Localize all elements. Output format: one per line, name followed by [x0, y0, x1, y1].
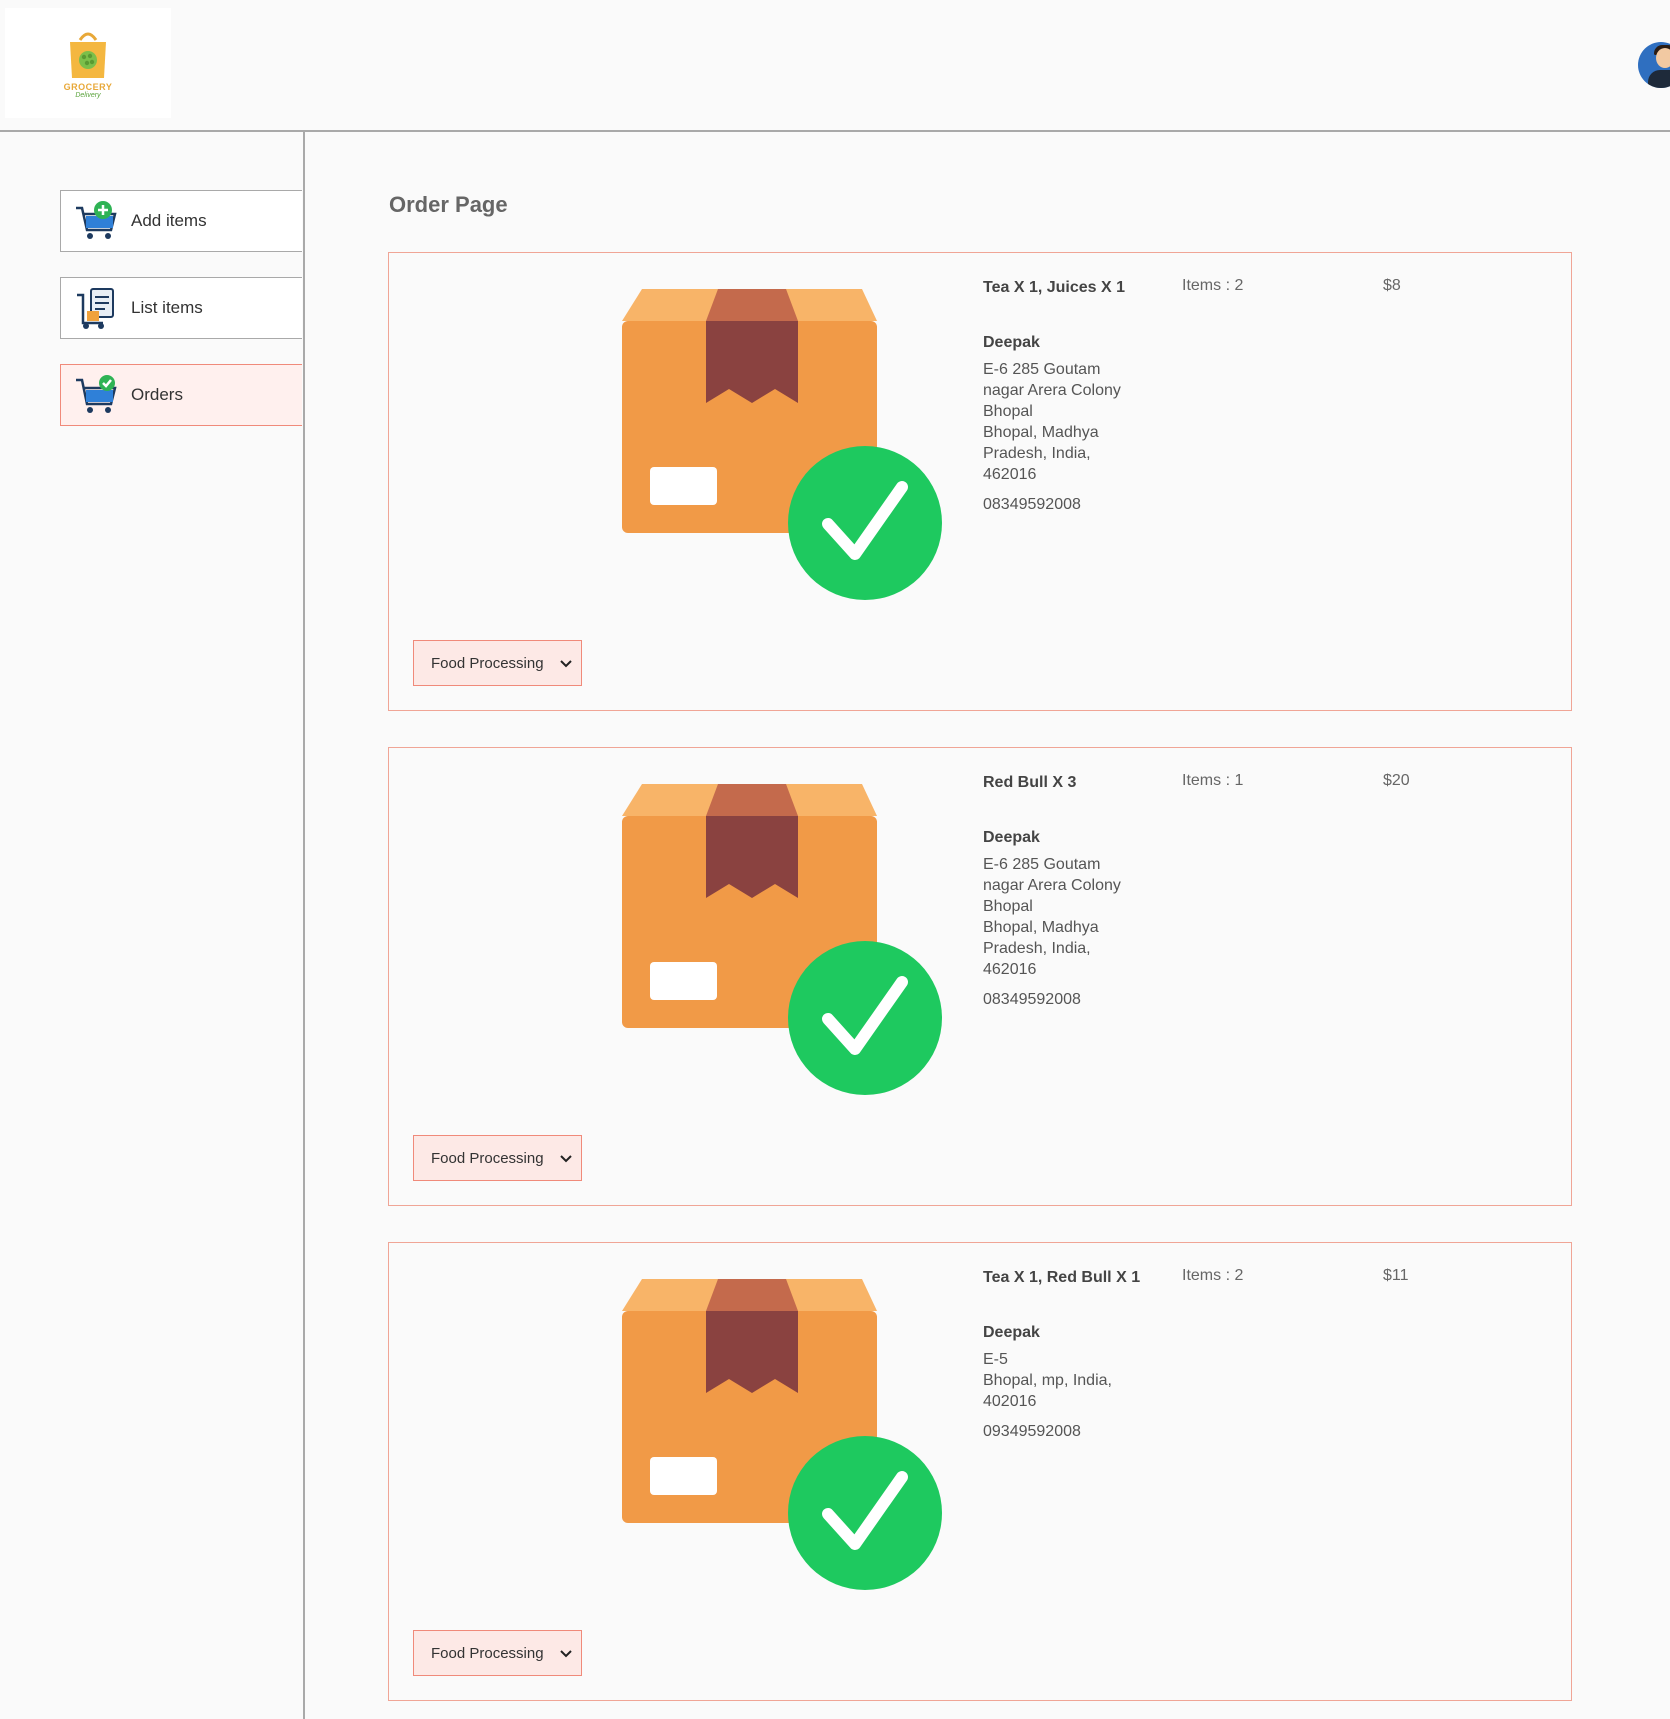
order-status-select[interactable]: Food Processing	[413, 1630, 582, 1676]
address-line: Pradesh, India,	[983, 445, 1091, 462]
order-details: Tea X 1, Juices X 1 Deepak E-6 285 Gouta…	[983, 277, 1173, 515]
address-line: nagar Arera Colony	[983, 382, 1121, 399]
grocery-logo[interactable]: GROCERY Delivery	[5, 8, 171, 118]
order-amount: $20	[1383, 772, 1410, 789]
order-amount: $8	[1383, 277, 1401, 294]
address-line: 402016	[983, 1393, 1037, 1410]
parcel-delivered-icon	[622, 289, 942, 600]
order-items: Tea X 1, Juices X 1	[983, 279, 1126, 296]
parcel-delivered-icon	[622, 784, 942, 1095]
items-count: Items : 2	[1182, 1267, 1244, 1284]
page-title: Order Page	[389, 192, 508, 217]
chevron-down-icon	[560, 1650, 572, 1658]
address-line: E-6 285 Goutam	[983, 361, 1101, 378]
address-line: Bhopal, mp, India,	[983, 1372, 1112, 1389]
parcel-delivered-icon	[622, 1279, 942, 1590]
order-details: Red Bull X 3 Deepak E-6 285 Goutam nagar…	[983, 772, 1173, 1010]
address-line: Bhopal	[983, 403, 1033, 420]
sidebar-item-label: Add items	[131, 211, 207, 230]
address-line: E-6 285 Goutam	[983, 856, 1101, 873]
chevron-down-icon	[560, 1155, 572, 1163]
items-count: Items : 1	[1182, 772, 1244, 789]
order-amount: $11	[1383, 1267, 1409, 1284]
address-line: Bhopal, Madhya	[983, 424, 1099, 441]
sidebar-item-label: List items	[131, 298, 203, 317]
top-navbar: GROCERY Delivery	[0, 0, 1670, 132]
status-value: Food Processing	[431, 654, 544, 672]
order-items: Red Bull X 3	[983, 774, 1077, 791]
sidebar-item-add-items[interactable]: Add items	[60, 190, 302, 252]
status-value: Food Processing	[431, 1149, 544, 1167]
sidebar: Add items List items Orders	[0, 132, 305, 1719]
customer-phone: 08349592008	[983, 991, 1081, 1008]
order-card: Red Bull X 3 Deepak E-6 285 Goutam nagar…	[388, 747, 1572, 1206]
order-card: Tea X 1, Juices X 1 Deepak E-6 285 Gouta…	[388, 252, 1572, 711]
items-count: Items : 2	[1182, 277, 1244, 294]
cart-check-icon	[73, 372, 119, 418]
order-items: Tea X 1, Red Bull X 1	[983, 1269, 1141, 1286]
list-clipboard-icon	[73, 285, 119, 331]
sidebar-item-label: Orders	[131, 385, 183, 404]
customer-name: Deepak	[983, 1324, 1040, 1341]
address-line: nagar Arera Colony	[983, 877, 1121, 894]
customer-phone: 08349592008	[983, 496, 1081, 513]
cart-add-icon	[73, 198, 119, 244]
address-line: E-5	[983, 1351, 1008, 1368]
address-line: 462016	[983, 961, 1037, 978]
logo-wordmark: GROCERY	[63, 82, 113, 92]
sidebar-item-list-items[interactable]: List items	[60, 277, 302, 339]
customer-name: Deepak	[983, 829, 1040, 846]
status-value: Food Processing	[431, 1644, 544, 1662]
address-line: 462016	[983, 466, 1037, 483]
chevron-down-icon	[560, 660, 572, 668]
logo-subtitle: Delivery	[75, 92, 101, 99]
address-line: Bhopal, Madhya	[983, 919, 1099, 936]
order-status-select[interactable]: Food Processing	[413, 1135, 582, 1181]
customer-phone: 09349592008	[983, 1423, 1081, 1440]
order-details: Tea X 1, Red Bull X 1 Deepak E-5 Bhopal,…	[983, 1267, 1173, 1442]
order-card: Tea X 1, Red Bull X 1 Deepak E-5 Bhopal,…	[388, 1242, 1572, 1701]
address-line: Bhopal	[983, 898, 1033, 915]
sidebar-item-orders[interactable]: Orders	[60, 364, 302, 426]
address-line: Pradesh, India,	[983, 940, 1091, 957]
order-status-select[interactable]: Food Processing	[413, 640, 582, 686]
customer-name: Deepak	[983, 334, 1040, 351]
shopping-bag-logo-icon	[70, 32, 106, 78]
user-avatar[interactable]	[1638, 42, 1670, 88]
